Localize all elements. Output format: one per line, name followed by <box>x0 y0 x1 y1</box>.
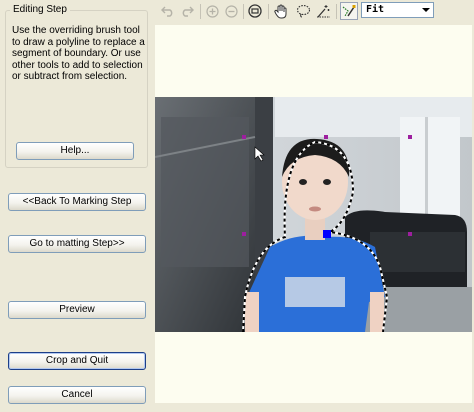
fit-window-icon[interactable] <box>247 3 263 19</box>
instructions-text: Use the overriding brush tool to draw a … <box>12 25 145 82</box>
hand-icon[interactable] <box>273 3 289 19</box>
zoom-select[interactable]: Fit <box>361 2 434 18</box>
back-to-marking-button[interactable]: <<Back To Marking Step <box>8 193 146 211</box>
zoom-in-icon[interactable] <box>204 3 220 19</box>
zoom-out-icon[interactable] <box>223 3 239 19</box>
magic-brush-icon[interactable] <box>315 3 331 19</box>
lasso-icon[interactable] <box>295 3 311 19</box>
go-to-matting-button[interactable]: Go to matting Step>> <box>8 235 146 253</box>
group-title: Editing Step <box>10 4 70 15</box>
undo-icon[interactable] <box>160 3 176 19</box>
crop-and-quit-button[interactable]: Crop and Quit <box>8 352 146 370</box>
redo-icon[interactable] <box>179 3 195 19</box>
override-brush-icon[interactable] <box>340 2 358 20</box>
image-canvas[interactable] <box>155 25 472 403</box>
preview-button[interactable]: Preview <box>8 301 146 319</box>
cancel-button[interactable]: Cancel <box>8 386 146 404</box>
toolbar: Fit <box>155 0 474 24</box>
chevron-down-icon[interactable] <box>422 6 430 14</box>
editing-step-group: Editing Step Use the overriding brush to… <box>5 4 148 168</box>
photo[interactable] <box>155 97 472 332</box>
zoom-select-value: Fit <box>366 4 385 15</box>
help-button[interactable]: Help... <box>16 142 134 160</box>
